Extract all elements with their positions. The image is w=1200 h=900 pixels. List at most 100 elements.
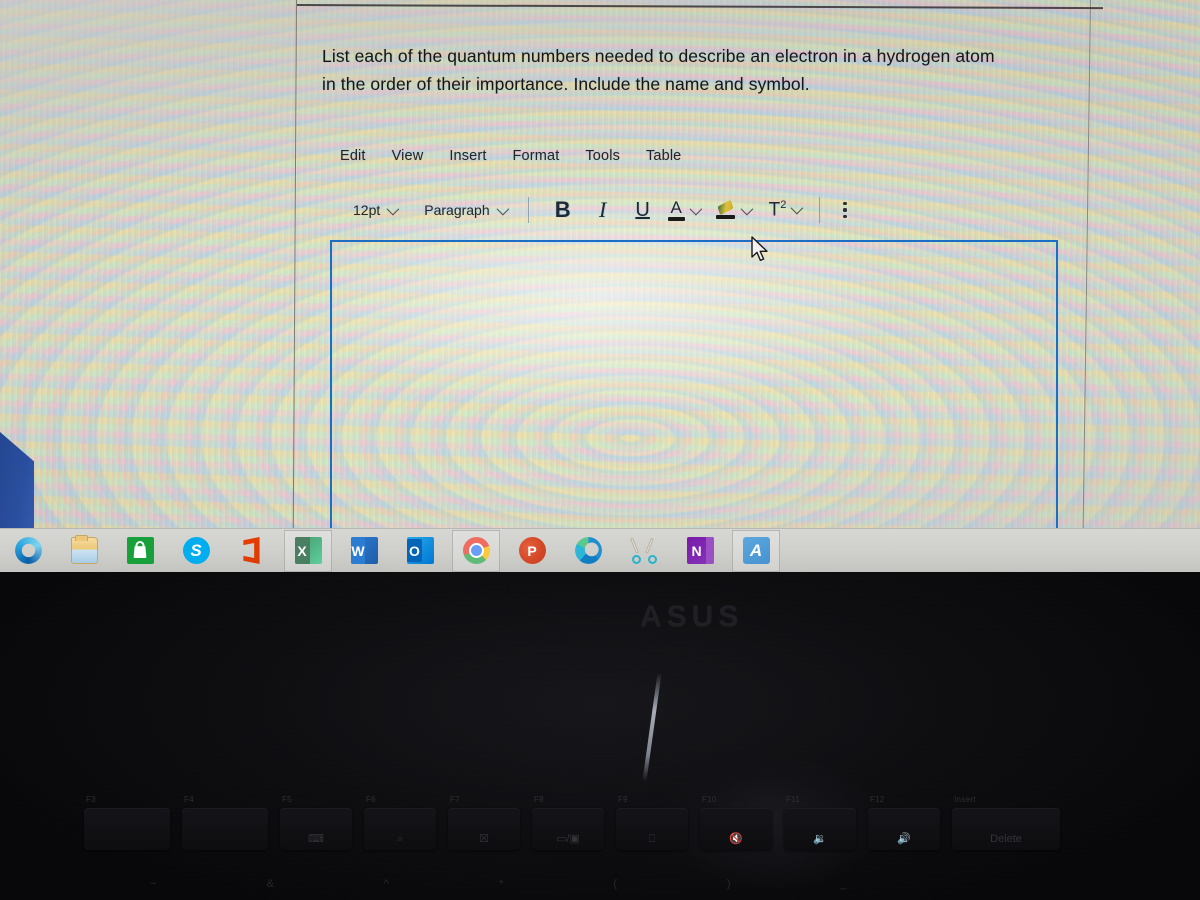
menu-item-insert[interactable]: Insert bbox=[449, 148, 486, 164]
key-glyph[interactable]: _ bbox=[841, 878, 847, 890]
function-key-glyph: ⎕ bbox=[648, 833, 656, 845]
taskbar-icon-powerpoint[interactable]: P bbox=[504, 529, 560, 573]
screenshot-root: List each of the quantum numbers needed … bbox=[0, 0, 1200, 900]
italic-button[interactable]: I bbox=[590, 195, 616, 225]
taskbar-icon-onenote[interactable]: N bbox=[672, 529, 728, 573]
toolbar-separator bbox=[819, 197, 821, 223]
menu-item-view[interactable]: View bbox=[392, 148, 424, 164]
taskbar-icon-microsoft-store[interactable] bbox=[112, 529, 168, 573]
app-a-icon: A bbox=[742, 537, 770, 564]
laptop-screen: List each of the quantum numbers needed … bbox=[0, 0, 1200, 572]
font-size-dropdown[interactable]: 12pt bbox=[345, 200, 404, 220]
bold-button[interactable]: B bbox=[550, 195, 576, 225]
keyboard-number-row: ~ & ^ * ( ) _ bbox=[0, 868, 1200, 900]
chevron-down-icon[interactable] bbox=[689, 202, 702, 215]
highlight-color-button[interactable] bbox=[715, 199, 753, 219]
text-color-icon: A bbox=[667, 198, 685, 221]
function-key-glyph: 🔉 bbox=[813, 833, 827, 845]
function-key-label: Insert bbox=[954, 795, 976, 804]
taskbar-icon-app-a[interactable]: A bbox=[728, 529, 784, 573]
key-glyph[interactable]: ) bbox=[727, 878, 731, 890]
function-key-f6[interactable]: F6 ⌕ bbox=[364, 795, 436, 850]
internet-explorer-icon bbox=[10, 533, 46, 568]
chevron-down-icon[interactable] bbox=[740, 202, 753, 215]
key-glyph[interactable]: & bbox=[266, 878, 273, 890]
function-key-f3[interactable]: F3 bbox=[84, 795, 170, 850]
chevron-down-icon bbox=[496, 202, 509, 215]
edge-icon bbox=[574, 537, 602, 564]
windows-taskbar: S X W O P N A bbox=[0, 528, 1200, 572]
function-key-label: F4 bbox=[184, 795, 194, 804]
key-glyph[interactable]: ( bbox=[613, 878, 617, 890]
taskbar-icon-word[interactable]: W bbox=[336, 529, 392, 573]
function-key-glyph: Delete bbox=[990, 833, 1022, 845]
taskbar-icon-edge[interactable] bbox=[560, 529, 616, 573]
function-key-label: F6 bbox=[366, 795, 376, 804]
underline-button[interactable]: U bbox=[630, 195, 656, 225]
function-key-label: F10 bbox=[702, 795, 717, 804]
menu-item-format[interactable]: Format bbox=[513, 148, 560, 164]
taskbar-icon-excel[interactable]: X bbox=[280, 529, 336, 573]
taskbar-icon-file-explorer[interactable] bbox=[56, 529, 112, 573]
superscript-subscript-button[interactable]: T2 bbox=[769, 199, 804, 221]
key-glyph[interactable]: ~ bbox=[150, 878, 156, 890]
skype-icon: S bbox=[182, 537, 210, 564]
taskbar-icon-outlook[interactable]: O bbox=[392, 529, 448, 573]
onenote-icon: N bbox=[686, 537, 714, 564]
excel-icon: X bbox=[294, 537, 322, 564]
chrome-icon bbox=[462, 537, 490, 564]
editor-textarea[interactable] bbox=[330, 240, 1058, 540]
function-key-f8[interactable]: F8 ▭/▣ bbox=[532, 795, 604, 850]
function-key-f9[interactable]: F9 ⎕ bbox=[616, 795, 688, 850]
block-format-value: Paragraph bbox=[424, 202, 490, 218]
block-format-dropdown[interactable]: Paragraph bbox=[416, 200, 513, 220]
kebab-dot bbox=[843, 208, 847, 212]
file-explorer-icon bbox=[70, 535, 98, 564]
menu-item-tools[interactable]: Tools bbox=[585, 148, 620, 164]
editor-menubar: Edit View Insert Format Tools Table bbox=[340, 148, 681, 164]
text-color-bar bbox=[667, 217, 685, 221]
taskbar-icon-office[interactable] bbox=[224, 529, 280, 573]
more-options-button[interactable] bbox=[834, 198, 855, 223]
mouse-cursor bbox=[750, 236, 772, 264]
text-color-letter: A bbox=[670, 198, 682, 218]
office-icon bbox=[243, 537, 260, 564]
function-key-glyph: ⌕ bbox=[396, 833, 404, 845]
function-key-glyph: 🔊 bbox=[897, 833, 911, 845]
font-size-value: 12pt bbox=[353, 202, 381, 218]
app-a-letter: A bbox=[749, 540, 763, 560]
key-glyph[interactable]: ^ bbox=[384, 878, 389, 890]
snip-sketch-scissors-icon bbox=[629, 537, 658, 564]
function-key-f5[interactable]: F5 ⌨ bbox=[280, 795, 352, 850]
menu-item-edit[interactable]: Edit bbox=[340, 148, 366, 164]
function-key-f7[interactable]: F7 ☒ bbox=[448, 795, 520, 850]
function-key-glyph: 🔇 bbox=[729, 833, 743, 845]
function-key-label: F12 bbox=[870, 795, 885, 804]
function-key-label: F9 bbox=[618, 795, 628, 804]
microsoft-store-icon bbox=[126, 537, 154, 564]
taskbar-icon-chrome[interactable] bbox=[448, 529, 504, 573]
editor-toolbar: 12pt Paragraph B I U A T2 bbox=[345, 195, 856, 225]
taskbar-icon-snip-sketch[interactable] bbox=[616, 529, 672, 573]
function-key-f11[interactable]: F11 🔉 bbox=[784, 795, 856, 850]
function-key-f4[interactable]: F4 bbox=[182, 795, 268, 850]
function-key-glyph: ⌨ bbox=[308, 833, 324, 845]
chevron-down-icon bbox=[386, 202, 400, 215]
superscript-icon: T2 bbox=[769, 199, 787, 221]
function-key-label: F8 bbox=[534, 795, 544, 804]
function-key-label: F11 bbox=[786, 795, 801, 804]
function-key-label: F5 bbox=[282, 795, 292, 804]
outlook-icon: O bbox=[406, 537, 434, 564]
menu-item-table[interactable]: Table bbox=[646, 148, 681, 164]
taskbar-icon-skype[interactable]: S bbox=[168, 529, 224, 573]
function-key-glyph: ▭/▣ bbox=[556, 833, 580, 845]
superscript-exponent: 2 bbox=[780, 198, 787, 211]
chevron-down-icon[interactable] bbox=[790, 202, 804, 215]
function-key-insert-delete[interactable]: Insert Delete bbox=[952, 795, 1060, 850]
key-glyph[interactable]: * bbox=[499, 878, 503, 890]
text-color-button[interactable]: A bbox=[667, 198, 702, 221]
hinge-reflection bbox=[642, 672, 662, 782]
function-key-f12[interactable]: F12 🔊 bbox=[868, 795, 940, 850]
function-key-f10[interactable]: F10 🔇 bbox=[700, 795, 772, 850]
taskbar-icon-internet-explorer[interactable] bbox=[0, 529, 56, 573]
